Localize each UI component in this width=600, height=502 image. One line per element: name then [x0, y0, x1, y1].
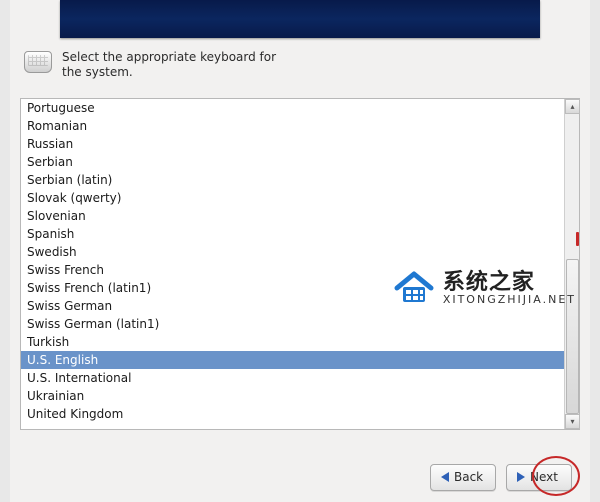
keyboard-listbox[interactable]: PortugueseRomanianRussianSerbianSerbian … [20, 98, 580, 430]
annotation-mark [576, 232, 579, 246]
installer-window: Select the appropriate keyboard for the … [10, 0, 590, 502]
keyboard-option[interactable]: Ukrainian [21, 387, 564, 405]
arrow-right-icon [517, 472, 525, 482]
keyboard-option[interactable]: U.S. International [21, 369, 564, 387]
keyboard-option[interactable]: United Kingdom [21, 405, 564, 423]
keyboard-option[interactable]: Slovenian [21, 207, 564, 225]
keyboard-option[interactable]: Portuguese [21, 99, 564, 117]
banner [60, 0, 540, 38]
keyboard-option[interactable]: Slovak (qwerty) [21, 189, 564, 207]
keyboard-option[interactable]: Serbian (latin) [21, 171, 564, 189]
next-button[interactable]: Next [506, 464, 572, 491]
back-button[interactable]: Back [430, 464, 496, 491]
scrollbar[interactable]: ▴ ▾ [564, 99, 579, 429]
keyboard-option[interactable]: Russian [21, 135, 564, 153]
keyboard-icon [24, 51, 52, 73]
keyboard-option[interactable]: Swedish [21, 243, 564, 261]
keyboard-option[interactable]: Spanish [21, 225, 564, 243]
back-button-label: Back [454, 470, 483, 484]
keyboard-list-viewport: PortugueseRomanianRussianSerbianSerbian … [21, 99, 564, 429]
keyboard-option[interactable]: Swiss German [21, 297, 564, 315]
arrow-left-icon [441, 472, 449, 482]
keyboard-option[interactable]: Turkish [21, 333, 564, 351]
keyboard-option[interactable]: Swiss French (latin1) [21, 279, 564, 297]
keyboard-option[interactable]: Swiss French [21, 261, 564, 279]
keyboard-option[interactable]: Serbian [21, 153, 564, 171]
button-bar: Back Next [10, 460, 590, 494]
instruction-row: Select the appropriate keyboard for the … [10, 38, 590, 98]
keyboard-option[interactable]: U.S. English [21, 351, 564, 369]
scroll-down-button[interactable]: ▾ [565, 414, 580, 429]
keyboard-option[interactable]: Swiss German (latin1) [21, 315, 564, 333]
next-button-label: Next [530, 470, 558, 484]
keyboard-option[interactable]: Romanian [21, 117, 564, 135]
scroll-up-button[interactable]: ▴ [565, 99, 580, 114]
scroll-thumb[interactable] [566, 259, 579, 414]
instruction-text: Select the appropriate keyboard for the … [62, 50, 276, 80]
